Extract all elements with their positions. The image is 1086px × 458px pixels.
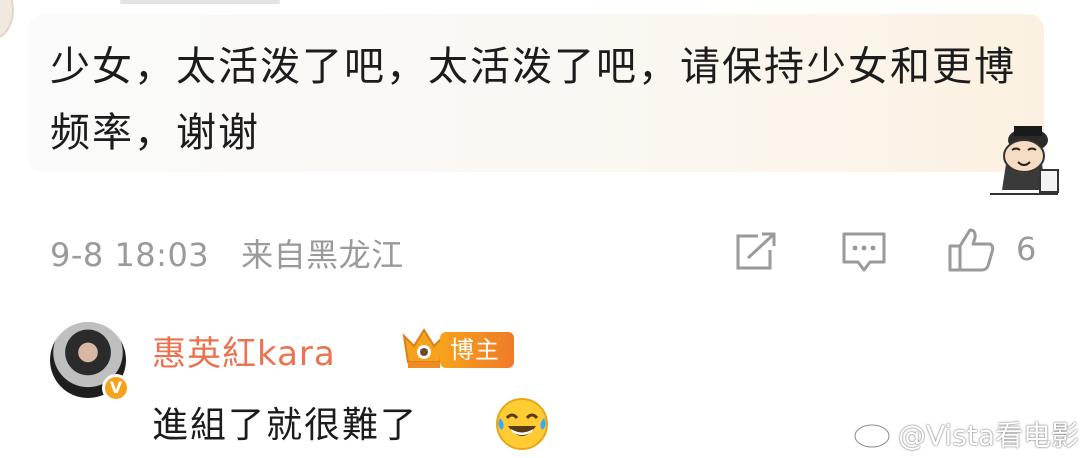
blogger-badge: 博主 xyxy=(440,332,514,368)
reply-text: 進組了就很難了 xyxy=(152,405,419,446)
comment-time: 9-8 18:03 xyxy=(50,236,210,274)
comment-location: 来自黑龙江 xyxy=(241,236,404,274)
reply-username[interactable]: 惠英紅kara xyxy=(152,326,336,375)
thumbs-up-icon[interactable] xyxy=(946,226,998,274)
watermark-text: @Vista看电影 xyxy=(898,419,1080,452)
comment-text: 少女，太活泼了吧，太活泼了吧，请保持少女和更博频率，谢谢 xyxy=(50,44,1016,156)
share-icon[interactable] xyxy=(732,230,780,274)
comment-icon[interactable] xyxy=(840,230,888,274)
top-divider xyxy=(120,0,280,4)
verified-v-icon: V xyxy=(102,374,130,402)
comment-meta: 9-8 18:03 来自黑龙江 xyxy=(50,230,404,276)
weibo-logo-icon xyxy=(853,416,894,449)
previous-avatar-edge xyxy=(0,0,14,40)
like-count: 6 xyxy=(1016,230,1037,268)
laugh-cry-emoji-icon xyxy=(496,398,548,450)
cartoon-scholar-sticker-icon xyxy=(990,126,1059,195)
